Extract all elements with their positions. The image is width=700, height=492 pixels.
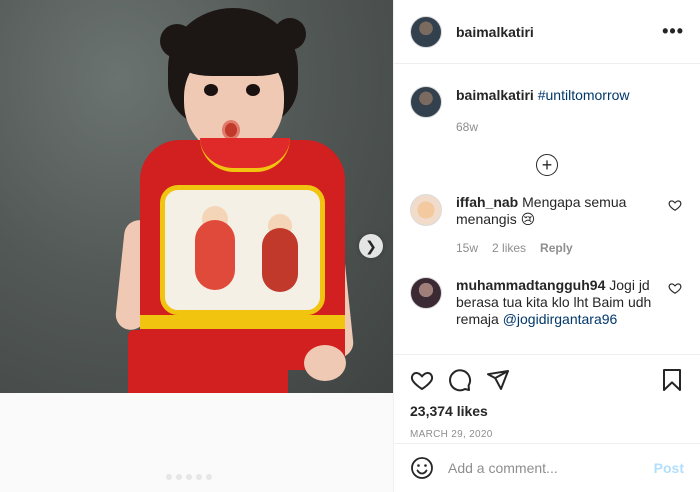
comment-body: iffah_nab Mengapa semua menangis 😢 15w 2…	[456, 194, 666, 257]
comment-item: muhammadtangguh94 Jogi jd berasa tua kit…	[394, 277, 700, 328]
caption-hashtag[interactable]: #untiltomorrow	[538, 87, 630, 103]
likes-count[interactable]: 23,374 likes	[410, 403, 684, 419]
carousel-dot	[196, 474, 202, 480]
comment-body: muhammadtangguh94 Jogi jd berasa tua kit…	[456, 277, 666, 328]
comments-section: baimalkatiri #untiltomorrow 68w + iffah_…	[394, 64, 700, 354]
photo-detail	[178, 30, 290, 76]
comment-input[interactable]	[448, 460, 654, 476]
share-icon[interactable]	[486, 368, 510, 392]
comment-icon[interactable]	[448, 368, 472, 392]
comment-age: 15w	[456, 241, 479, 255]
photo-detail	[246, 84, 260, 96]
carousel-dot	[186, 474, 192, 480]
heart-icon[interactable]	[668, 281, 682, 295]
emoji-icon[interactable]	[410, 456, 434, 480]
plus-circle-icon[interactable]: +	[536, 154, 558, 176]
photo-detail	[160, 185, 325, 315]
comment-item: iffah_nab Mengapa semua menangis 😢 15w 2…	[394, 194, 700, 257]
avatar[interactable]	[410, 86, 442, 118]
post-header: baimalkatiri •••	[394, 0, 700, 64]
photo-detail	[140, 315, 345, 329]
avatar[interactable]	[410, 15, 442, 48]
post-side-panel: baimalkatiri ••• baimalkatiri #untiltomo…	[393, 0, 700, 492]
caption-username[interactable]: baimalkatiri	[456, 87, 534, 103]
add-comment-bar: Post	[394, 443, 700, 492]
caption-body: baimalkatiri #untiltomorrow 68w	[456, 86, 630, 136]
comment-mention[interactable]: @jogidirgantara96	[503, 311, 618, 327]
comment-username[interactable]: muhammadtangguh94	[456, 277, 605, 293]
post-comment-button[interactable]: Post	[654, 460, 684, 476]
comment-likes[interactable]: 2 likes	[492, 240, 526, 257]
carousel-dot	[176, 474, 182, 480]
chevron-right-icon: ❯	[365, 237, 377, 254]
reply-button[interactable]: Reply	[540, 240, 573, 257]
post-caption: baimalkatiri #untiltomorrow 68w	[394, 64, 700, 136]
photo-detail	[262, 228, 298, 292]
carousel-dot	[206, 474, 212, 480]
heart-icon[interactable]	[410, 368, 434, 392]
avatar[interactable]	[410, 277, 442, 309]
photo-detail	[204, 84, 218, 96]
bookmark-icon[interactable]	[660, 368, 684, 392]
photo-detail	[195, 220, 235, 290]
heart-icon[interactable]	[668, 198, 682, 212]
avatar[interactable]	[410, 194, 442, 226]
post-photo[interactable]	[0, 0, 393, 393]
post-actions: 23,374 likes MARCH 29, 2020	[394, 354, 700, 440]
caption-age: 68w	[456, 120, 479, 134]
comment-meta: 15w 2 likes Reply	[456, 240, 666, 257]
carousel-dots	[166, 474, 212, 480]
post-media: ❯	[0, 0, 393, 492]
next-photo-button[interactable]: ❯	[359, 234, 383, 258]
post-date: MARCH 29, 2020	[410, 429, 493, 440]
comment-username[interactable]: iffah_nab	[456, 194, 518, 210]
action-icons	[410, 365, 684, 395]
carousel-dot	[166, 474, 172, 480]
photo-detail	[304, 345, 346, 381]
more-options-icon[interactable]: •••	[662, 21, 684, 42]
post-username[interactable]: baimalkatiri	[456, 24, 534, 40]
photo-detail	[222, 120, 240, 140]
